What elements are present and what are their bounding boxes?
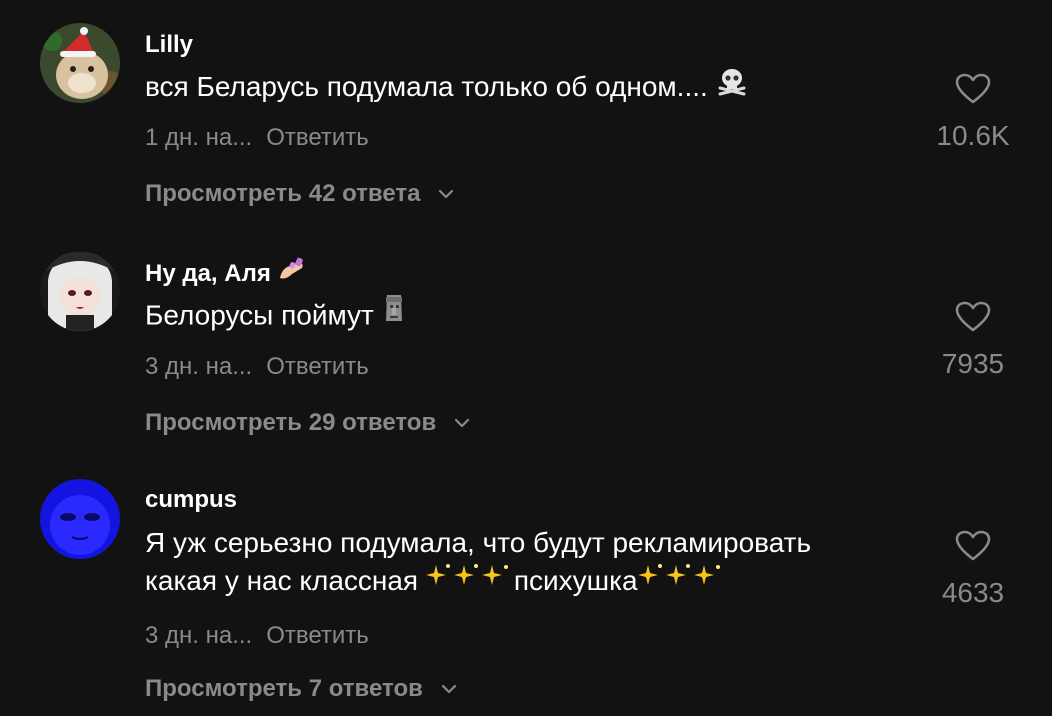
comment-text: вся Беларусь подумала только об одном...… xyxy=(145,68,748,109)
like-count: 4633 xyxy=(941,577,1005,608)
sparkles-icon xyxy=(425,561,514,599)
chevron-down-icon xyxy=(437,179,455,207)
avatar[interactable] xyxy=(40,479,120,559)
like-section: 7935 xyxy=(913,301,1033,380)
comment-text: Я уж серьезно подумала, что будут реклам… xyxy=(145,524,811,602)
comment-time: 3 дн. на... xyxy=(145,622,253,649)
view-replies-button[interactable]: Просмотреть 7 ответов xyxy=(145,675,458,704)
view-replies-button[interactable]: Просмотреть 42 ответа xyxy=(145,180,455,209)
blue-face-avatar-icon xyxy=(40,479,120,559)
moai-icon xyxy=(382,293,406,335)
comment-text-line1: Я уж серьезно подумала, что будут реклам… xyxy=(145,527,812,558)
comment-username-text: Ну да, Аля xyxy=(145,259,271,287)
comment-username[interactable]: cumpus xyxy=(145,486,237,514)
anime-girl-avatar-icon xyxy=(40,251,120,331)
comment-time: 1 дн. на... xyxy=(145,124,253,151)
heart-icon[interactable] xyxy=(913,73,1033,110)
heart-icon[interactable] xyxy=(913,530,1033,567)
avatar[interactable] xyxy=(40,251,120,331)
like-section: 10.6K xyxy=(913,73,1033,152)
skull-crossbones-icon xyxy=(716,66,748,106)
like-count: 10.6K xyxy=(936,120,1010,151)
comment-meta: 3 дн. на... Ответить xyxy=(145,622,369,650)
view-replies-label: Просмотреть 42 ответа xyxy=(145,180,421,207)
reply-button[interactable]: Ответить xyxy=(266,124,369,151)
heart-icon[interactable] xyxy=(913,301,1033,338)
view-replies-label: Просмотреть 29 ответов xyxy=(145,409,437,436)
comment-text-line2-a: какая у нас классная xyxy=(145,565,426,596)
comment-username[interactable]: Ну да, Аля xyxy=(145,256,306,291)
avatar[interactable] xyxy=(40,23,120,103)
chevron-down-icon xyxy=(440,674,458,702)
sparkles-icon xyxy=(637,561,726,599)
comment-text: Белорусы поймут xyxy=(145,293,406,338)
like-section: 4633 xyxy=(913,530,1033,609)
comment-text-body: Белорусы поймут xyxy=(145,299,374,331)
comment-time: 3 дн. на... xyxy=(145,353,253,380)
comment-text-body: вся Беларусь подумала только об одном...… xyxy=(145,71,708,102)
cat-avatar-icon xyxy=(40,23,120,103)
view-replies-button[interactable]: Просмотреть 29 ответов xyxy=(145,409,471,438)
nail-polish-icon xyxy=(278,256,306,289)
comment-meta: 1 дн. на... Ответить xyxy=(145,124,369,152)
comment-text-line2: какая у нас классная психушка xyxy=(145,562,811,602)
reply-button[interactable]: Ответить xyxy=(266,622,369,649)
like-count: 7935 xyxy=(941,348,1005,379)
comment-text-line2-b: психушка xyxy=(513,565,638,596)
view-replies-label: Просмотреть 7 ответов xyxy=(145,675,423,702)
reply-button[interactable]: Ответить xyxy=(266,353,369,380)
chevron-down-icon xyxy=(453,408,471,436)
comment-username[interactable]: Lilly xyxy=(145,31,193,59)
comment-meta: 3 дн. на... Ответить xyxy=(145,353,369,381)
